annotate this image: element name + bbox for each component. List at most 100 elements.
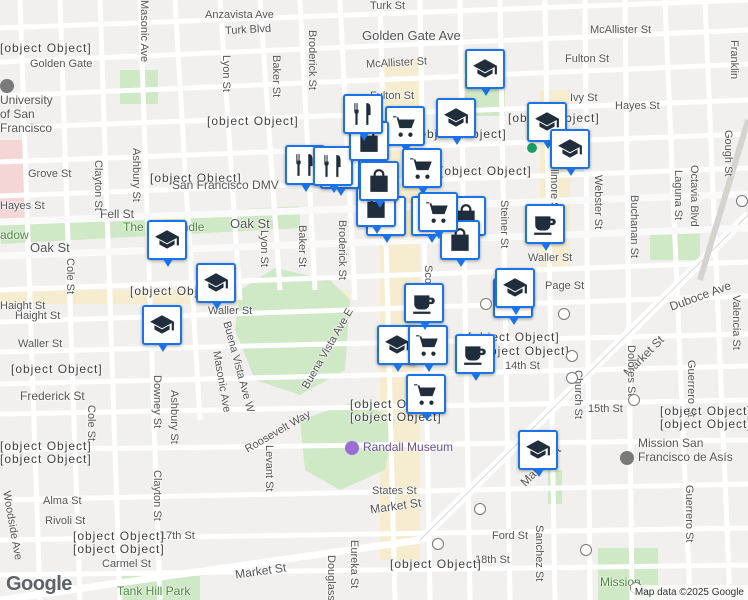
- grocery-map-marker[interactable]: [402, 148, 442, 195]
- cafe-map-marker[interactable]: [404, 283, 444, 330]
- street-label: Downey St: [151, 375, 163, 429]
- transit-station-icon[interactable]: [558, 308, 570, 320]
- cafe-map-marker[interactable]: [455, 334, 495, 381]
- poi-mission-dolores[interactable]: Mission San Francisco de Asís: [620, 436, 748, 465]
- street-label: Lyon St: [220, 55, 232, 92]
- street-label: Franklin: [728, 40, 740, 80]
- street-label: Sanchez St: [533, 525, 545, 582]
- school-map-marker[interactable]: [196, 263, 236, 310]
- street-label: Oak St: [30, 240, 70, 255]
- district-label: [object Object]: [0, 41, 92, 55]
- school-icon: [436, 98, 476, 145]
- poi-meadow: adow: [0, 228, 29, 242]
- grocery-map-marker[interactable]: [406, 374, 446, 421]
- restaurant-map-marker[interactable]: [343, 94, 383, 141]
- street-label: Eureka St: [348, 540, 360, 589]
- street-label: Guerrero St: [683, 485, 695, 543]
- school-icon: [550, 129, 590, 176]
- poi-tank-hill[interactable]: Tank Hill Park: [117, 584, 190, 598]
- district-label: [object Object]: [440, 164, 532, 178]
- street-label: Page St: [545, 280, 585, 292]
- street-label: Oak St: [230, 216, 270, 231]
- poi-label: Randall Museum: [363, 440, 454, 454]
- cafe-icon: [455, 334, 495, 381]
- grocery-icon: [402, 148, 442, 195]
- street-label: Ashbury St: [168, 390, 180, 444]
- poi-randall-museum[interactable]: Randall Museum: [345, 440, 453, 455]
- street-label: Hayes St: [0, 200, 45, 212]
- school-map-marker[interactable]: [465, 49, 505, 96]
- street-label: Hayes St: [615, 100, 660, 112]
- street-label: Clayton St: [151, 470, 163, 521]
- street-label: Carmel St: [102, 558, 151, 570]
- street-label: Ivy St: [570, 92, 598, 104]
- district-label: [object Object]: [0, 452, 92, 466]
- street-label: Waller St: [18, 338, 63, 350]
- street-label: 17th St: [160, 530, 195, 542]
- street-label: McAllister St: [590, 24, 652, 36]
- transit-station-icon[interactable]: [432, 538, 444, 550]
- poi-university[interactable]: University of San Francisco: [0, 78, 60, 135]
- district-label: [object Object]: [73, 542, 165, 556]
- cafe-icon: [404, 283, 444, 330]
- street-label: Baker St: [296, 225, 308, 268]
- district-label: [object Object]: [660, 404, 748, 418]
- street-label: 14th St: [505, 360, 540, 372]
- transit-station-icon[interactable]: [480, 298, 492, 310]
- street-label: Golden Gate Ave: [362, 28, 461, 43]
- street-label: Waller St: [528, 252, 573, 264]
- street-label: Anzavista Ave: [205, 9, 274, 21]
- grocery-map-marker[interactable]: [385, 106, 425, 153]
- grocery-map-marker[interactable]: [408, 325, 448, 372]
- school-icon: [142, 305, 182, 352]
- grocery-icon: [406, 374, 446, 421]
- street-label: Buchanan St: [628, 195, 640, 258]
- transit-station-icon[interactable]: [566, 350, 578, 362]
- district-label: [object Object]: [11, 362, 103, 376]
- street-label: Douglass St: [325, 555, 337, 600]
- transit-station-icon[interactable]: [566, 372, 578, 384]
- street-label: Cole St: [85, 405, 97, 442]
- school-map-marker[interactable]: [142, 305, 182, 352]
- restaurant-map-marker[interactable]: [313, 146, 353, 193]
- shopping-icon: [359, 161, 399, 208]
- school-map-marker[interactable]: [495, 268, 535, 315]
- street-label: 15th St: [588, 403, 623, 415]
- transit-station-icon[interactable]: [474, 503, 486, 515]
- grocery-icon: [418, 192, 458, 239]
- street-label: Lyon St: [258, 230, 270, 267]
- school-map-marker[interactable]: [147, 220, 187, 267]
- street-label: Gough St: [722, 130, 734, 177]
- street-label: Ashbury St: [130, 148, 142, 202]
- street-label: Ford St: [492, 530, 529, 542]
- school-map-marker[interactable]: [550, 129, 590, 176]
- map-canvas[interactable]: Anzavista Ave Turk St Turk Blvd Golden G…: [0, 0, 748, 600]
- transit-station-icon[interactable]: [628, 394, 640, 406]
- shopping-map-marker[interactable]: [359, 161, 399, 208]
- school-icon: [518, 430, 558, 477]
- school-icon: [0, 78, 14, 93]
- street-label: Clayton St: [92, 160, 104, 211]
- street-label: Haight St: [0, 300, 46, 312]
- district-label: [object Object]: [660, 417, 748, 431]
- street-label: Baker St: [270, 55, 282, 98]
- restaurant-icon: [343, 94, 383, 141]
- district-label: [object Object]: [390, 557, 482, 571]
- street-label: Cole St: [64, 258, 76, 295]
- transit-station-icon[interactable]: [736, 195, 748, 207]
- street-label: Levant St: [263, 445, 275, 492]
- street-label: Broderick St: [306, 30, 318, 90]
- transit-station-icon[interactable]: [580, 544, 592, 556]
- school-icon: [147, 220, 187, 267]
- poi-dmv[interactable]: San Francisco DMV: [172, 178, 279, 192]
- street-label: Valencia St: [730, 295, 742, 350]
- street-label: Turk Blvd: [224, 22, 272, 38]
- grocery-icon: [408, 325, 448, 372]
- restaurant-icon: [313, 146, 353, 193]
- school-map-marker[interactable]: [518, 430, 558, 477]
- school-icon: [495, 268, 535, 315]
- grocery-map-marker[interactable]: [418, 192, 458, 239]
- school-map-marker[interactable]: [436, 98, 476, 145]
- cafe-map-marker[interactable]: [525, 204, 565, 251]
- street-label: Rivoli St: [45, 515, 86, 527]
